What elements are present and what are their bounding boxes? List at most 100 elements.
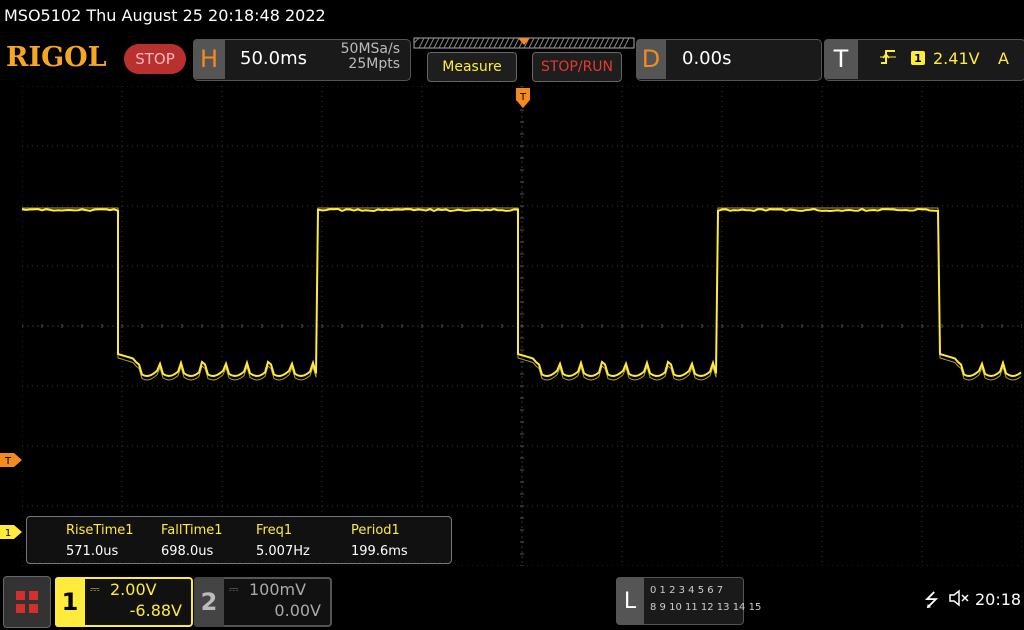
axis-tick (362, 324, 363, 328)
axis-tick (520, 230, 524, 231)
device-title: MSO5102 Thu August 25 20:18:48 2022 (4, 6, 326, 25)
axis-tick (520, 314, 524, 315)
axis-tick (502, 324, 503, 328)
usb-icon: ⭍ (924, 588, 939, 618)
axis-tick (520, 554, 524, 555)
axis-tick (762, 324, 763, 328)
axis-tick (520, 242, 524, 243)
run-state-badge[interactable]: STOP (124, 44, 186, 74)
delay-value: 0.00s (682, 48, 731, 69)
axis-tick (702, 324, 703, 328)
trigger-position-marker[interactable]: T (516, 88, 530, 108)
axis-tick (1002, 324, 1003, 328)
meas-value-freq: 5.007Hz (256, 544, 310, 559)
waveform-display[interactable] (22, 86, 1022, 566)
axis-tick (242, 324, 243, 328)
rigol-logo: RIGOL (6, 42, 107, 73)
axis-tick (802, 324, 803, 328)
trigger-level-marker[interactable]: T (0, 453, 22, 467)
channel1-marker-label: 1 (5, 528, 11, 539)
axis-tick (520, 566, 524, 567)
axis-tick (520, 542, 524, 543)
logic-channels-row2: 8 9 10 11 12 13 14 15 (650, 602, 761, 613)
channel2-number[interactable]: 2 (194, 577, 224, 627)
stop-run-button[interactable]: STOP/RUN (532, 52, 622, 82)
axis-tick (882, 324, 883, 328)
delay-letter: D (636, 39, 666, 79)
trigger-mode: A (998, 49, 1009, 68)
axis-tick (82, 324, 83, 328)
axis-tick (520, 290, 524, 291)
speaker-muted-icon[interactable] (948, 588, 970, 608)
horizontal-letter: H (193, 39, 225, 79)
axis-tick (22, 324, 23, 328)
axis-tick (442, 324, 443, 328)
axis-tick (922, 324, 923, 328)
memory-timeline[interactable] (413, 37, 635, 49)
axis-tick (520, 326, 524, 327)
sample-info: 50MSa/s 25Mpts (330, 42, 400, 72)
channel1-offset: -6.88V (110, 601, 182, 620)
axis-tick (822, 324, 823, 328)
axis-tick (520, 146, 524, 147)
dc-coupling-icon: ⎓ (90, 582, 100, 597)
axis-tick (302, 324, 303, 328)
axis-tick (642, 324, 643, 328)
axis-tick (602, 324, 603, 328)
meas-value-rise: 571.0us (66, 544, 118, 559)
meas-label-rise: RiseTime1 (66, 523, 134, 538)
channel1-ground-marker[interactable]: 1 (0, 525, 22, 539)
trigger-letter: T (824, 39, 858, 79)
axis-tick (322, 324, 323, 328)
axis-tick (542, 324, 543, 328)
axis-tick (520, 278, 524, 279)
axis-tick (1022, 324, 1023, 328)
axis-tick (520, 410, 524, 411)
axis-tick (202, 324, 203, 328)
axis-tick (520, 386, 524, 387)
main-menu-button[interactable] (3, 576, 51, 628)
channel2-offset: 0.00V (249, 601, 321, 620)
axis-tick (562, 324, 563, 328)
logic-channels-row1: 0 1 2 3 4 5 6 7 (650, 585, 723, 596)
axis-tick (520, 134, 524, 135)
axis-tick (902, 324, 903, 328)
logic-letter: L (616, 577, 644, 625)
axis-tick (520, 398, 524, 399)
axis-tick (520, 170, 524, 171)
axis-tick (342, 324, 343, 328)
axis-tick (520, 206, 524, 207)
axis-tick (622, 324, 623, 328)
axis-tick (382, 324, 383, 328)
axis-tick (402, 324, 403, 328)
axis-tick (262, 324, 263, 328)
axis-tick (962, 324, 963, 328)
axis-tick (742, 324, 743, 328)
clock: 20:18 (975, 590, 1021, 609)
axis-tick (520, 434, 524, 435)
axis-tick (842, 324, 843, 328)
axis-tick (62, 324, 63, 328)
axis-tick (520, 422, 524, 423)
axis-tick (520, 518, 524, 519)
axis-tick (520, 362, 524, 363)
axis-tick (422, 324, 423, 328)
axis-tick (520, 374, 524, 375)
meas-label-fall: FallTime1 (161, 523, 223, 538)
channel1-number[interactable]: 1 (55, 577, 85, 627)
axis-tick (722, 324, 723, 328)
axis-tick (520, 86, 524, 87)
axis-tick (520, 194, 524, 195)
axis-tick (520, 182, 524, 183)
meas-value-fall: 698.0us (161, 544, 213, 559)
axis-tick (662, 324, 663, 328)
channel2-scale: 100mV (249, 580, 306, 599)
axis-tick (520, 470, 524, 471)
axis-tick (520, 302, 524, 303)
axis-tick (520, 494, 524, 495)
axis-tick (482, 324, 483, 328)
axis-tick (520, 254, 524, 255)
measurement-panel[interactable]: RiseTime1 571.0us FallTime1 698.0us Freq… (26, 516, 452, 564)
channel1-scale: 2.00V (110, 580, 157, 599)
measure-button[interactable]: Measure (427, 52, 517, 82)
